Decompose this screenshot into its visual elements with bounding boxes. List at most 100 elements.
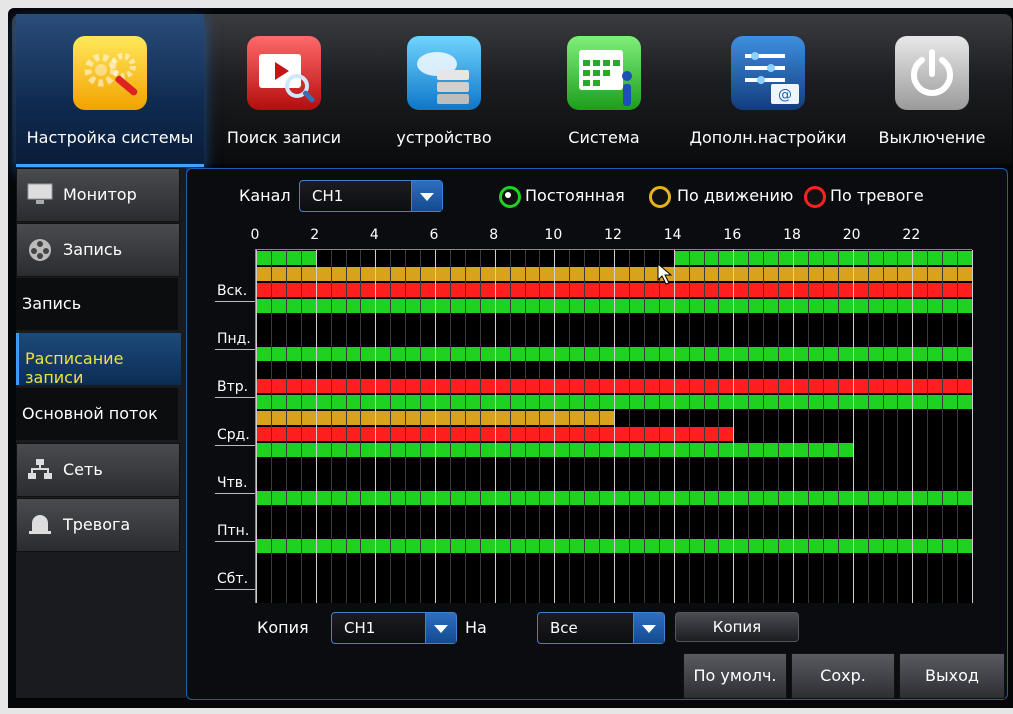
chevron-down-icon [411, 181, 442, 211]
left-menu-alarm[interactable]: Тревога [16, 498, 180, 552]
top-menu-shutdown[interactable]: Выключение [852, 14, 1012, 164]
grid-line [360, 250, 362, 603]
grid-line [972, 250, 973, 603]
svg-text:@: @ [778, 87, 792, 103]
grid-line [688, 250, 690, 603]
radio-alarm[interactable] [804, 186, 826, 208]
grid-line [852, 250, 854, 603]
top-menu-label: Выключение [878, 128, 986, 147]
top-menu-label: Дополн.настройки [689, 128, 847, 147]
left-menu-label: Тревога [63, 515, 131, 534]
left-menu: Монитор Запись Запись Расписание записи … [16, 168, 186, 698]
grid-line [464, 250, 466, 603]
grid-line [539, 250, 541, 603]
radio-normal[interactable] [499, 186, 521, 208]
hour-label: 20 [842, 227, 861, 243]
grid-line [748, 250, 750, 603]
grid-line [942, 250, 944, 603]
grid-line [330, 250, 332, 603]
left-menu-label: Запись [63, 240, 123, 259]
network-icon [27, 458, 53, 480]
grid-line [479, 250, 481, 603]
copy-to-value: Все [550, 619, 578, 637]
top-menu-system[interactable]: Система [524, 14, 684, 164]
grid-line [599, 250, 601, 603]
cloud-storage-icon [407, 36, 481, 110]
grid-line [285, 250, 287, 603]
mouse-cursor-icon [657, 263, 673, 285]
channel-select[interactable]: CH1 [299, 180, 443, 212]
top-menu-label: Система [568, 128, 640, 147]
day-separator [215, 301, 255, 302]
day-separator [215, 589, 255, 590]
channel-select-value: CH1 [312, 187, 344, 205]
grid-line [435, 250, 436, 603]
schedule-panel: Канал CH1 Постоянная По движению По трев… [186, 168, 1008, 700]
default-button[interactable]: По умолч. [683, 653, 787, 699]
radio-motion[interactable] [649, 186, 671, 208]
legend-motion-label: По движению [677, 186, 794, 205]
left-menu-record-schedule[interactable]: Расписание записи [16, 333, 181, 387]
day-separator [215, 445, 255, 446]
copy-to-label: На [465, 618, 487, 637]
grid-line [837, 250, 839, 603]
grid-line [763, 250, 765, 603]
top-menu-bar: Настройка системы Поиск записи устройств… [12, 14, 1012, 167]
film-reel-icon [27, 238, 53, 261]
left-menu-network[interactable]: Сеть [16, 443, 180, 497]
calendar-info-icon [567, 36, 641, 110]
chevron-down-icon [633, 613, 664, 643]
top-menu-system-settings[interactable]: Настройка системы [16, 14, 204, 167]
left-menu-record[interactable]: Запись [16, 223, 180, 277]
settings-mail-icon: @ [731, 36, 805, 110]
top-menu-label: Настройка системы [26, 128, 194, 147]
hour-label: 10 [544, 227, 563, 243]
grid-line [643, 250, 645, 603]
copy-button[interactable]: Копия [675, 612, 799, 642]
grid-line [375, 250, 377, 603]
copy-to-select[interactable]: Все [537, 612, 665, 644]
chevron-down-icon [425, 613, 456, 643]
top-menu-record-search[interactable]: Поиск записи [204, 14, 364, 164]
grid-line [897, 250, 899, 603]
power-icon [895, 36, 969, 110]
hour-label: 18 [783, 227, 801, 243]
left-menu-label: Сеть [63, 460, 103, 479]
top-menu-device[interactable]: устройство [364, 14, 524, 164]
save-button[interactable]: Сохр. [791, 653, 895, 699]
grid-line [673, 250, 675, 603]
legend-alarm-label: По тревоге [830, 186, 924, 205]
copy-from-value: CH1 [344, 619, 376, 637]
hour-label: 0 [250, 227, 260, 243]
dvr-window: Настройка системы Поиск записи устройств… [0, 0, 1013, 714]
hour-label: 12 [604, 227, 622, 243]
grid-line [584, 250, 586, 603]
schedule-grid[interactable] [255, 249, 973, 603]
grid-line [718, 250, 720, 603]
grid-line [867, 250, 869, 603]
left-menu-label: Запись [22, 294, 82, 313]
copy-from-select[interactable]: CH1 [331, 612, 457, 644]
grid-line [658, 250, 660, 603]
grid-line [822, 250, 824, 603]
grid-line [315, 250, 317, 603]
top-menu-advanced[interactable]: @ Дополн.настройки [684, 14, 852, 164]
hour-label: 4 [369, 227, 379, 243]
video-search-icon [247, 36, 321, 110]
copy-label: Копия [257, 618, 309, 637]
hour-label: 8 [489, 227, 499, 243]
left-menu-record-sub[interactable]: Запись [16, 278, 178, 330]
grid-line [703, 250, 705, 603]
left-menu-monitor[interactable]: Монитор [16, 168, 180, 222]
hour-label: 22 [902, 227, 921, 243]
day-label: Пнд. [217, 331, 251, 347]
exit-button[interactable]: Выход [899, 653, 1005, 699]
grid-line [524, 250, 526, 603]
grid-line [957, 250, 959, 603]
day-label: Втр. [217, 379, 249, 395]
hour-label: 14 [663, 227, 682, 243]
left-menu-main-stream[interactable]: Основной поток [16, 388, 178, 440]
left-menu-label: Основной поток [22, 404, 158, 423]
grid-line [569, 250, 571, 603]
grid-line [449, 250, 451, 603]
